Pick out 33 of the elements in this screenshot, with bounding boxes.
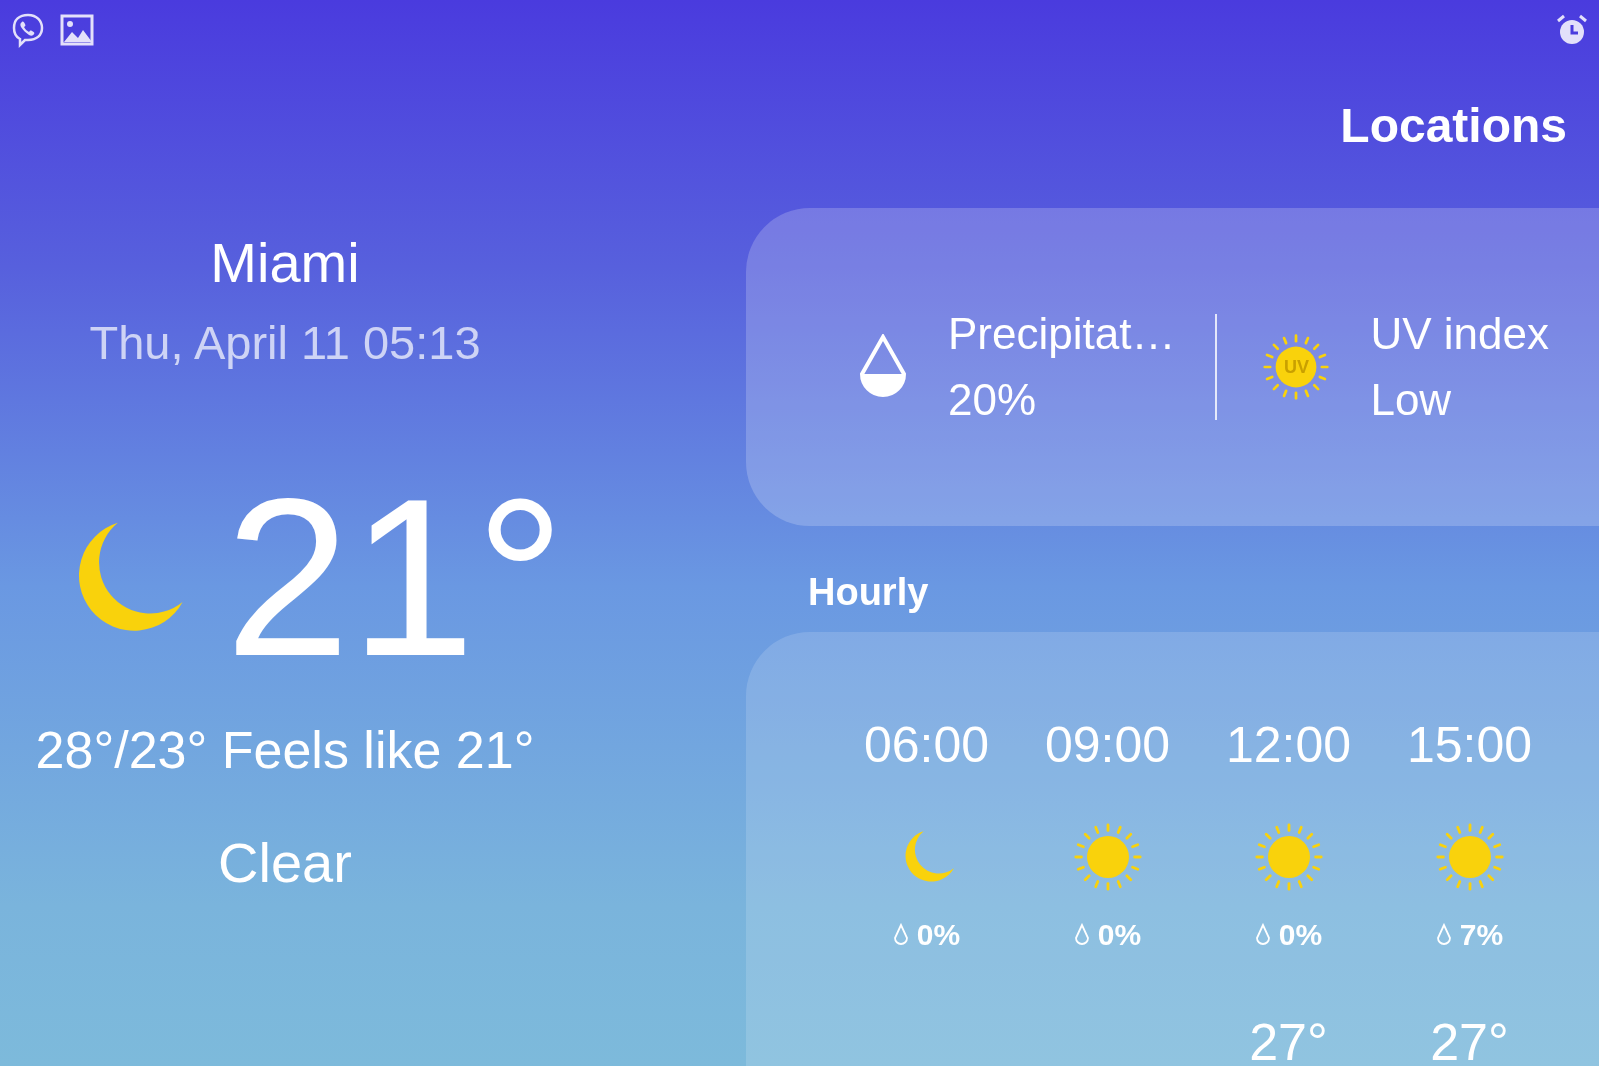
- detail-label: Precipitat…: [948, 309, 1176, 359]
- drop-icon: [1073, 923, 1090, 947]
- image-icon: [60, 14, 94, 46]
- sun-icon: [1434, 822, 1505, 892]
- hour-time: 09:00: [1044, 720, 1171, 770]
- chat-phone-icon: [10, 12, 46, 48]
- locations-button[interactable]: Locations: [1340, 97, 1567, 153]
- date-time: Thu, April 11 05:13: [89, 315, 481, 370]
- detail-label: UV index: [1370, 309, 1549, 359]
- hour-temperature: 27°: [1249, 1012, 1328, 1066]
- alarm-clock-icon: [1555, 13, 1589, 47]
- sun-icon: [1072, 822, 1143, 892]
- hour-time: 06:00: [863, 720, 990, 770]
- drop-icon: [1435, 923, 1452, 947]
- hour-time: 15:00: [1406, 720, 1533, 770]
- precip-chance: 0%: [1278, 918, 1323, 952]
- precip-chance: 0%: [1097, 918, 1142, 952]
- hour-temperature: 27°: [1430, 1012, 1509, 1066]
- hour-time: 12:00: [1225, 720, 1352, 770]
- current-temperature: 21°: [224, 465, 566, 690]
- precip-chance: 7%: [1459, 918, 1504, 952]
- temperature-range: 28°/23° Feels like 21°: [35, 720, 535, 780]
- precip-chance: 0%: [916, 918, 961, 952]
- uv-sun-icon: [1262, 333, 1331, 401]
- weather-condition: Clear: [218, 830, 352, 895]
- water-drop-icon: [858, 334, 908, 400]
- sun-icon: [1253, 822, 1324, 892]
- drop-icon: [1254, 923, 1271, 947]
- city-name: Miami: [210, 230, 360, 295]
- detail-value: 20%: [948, 375, 1038, 425]
- detail-value: Low: [1370, 375, 1453, 425]
- hourly-heading: Hourly: [807, 571, 930, 614]
- drop-icon: [892, 923, 909, 947]
